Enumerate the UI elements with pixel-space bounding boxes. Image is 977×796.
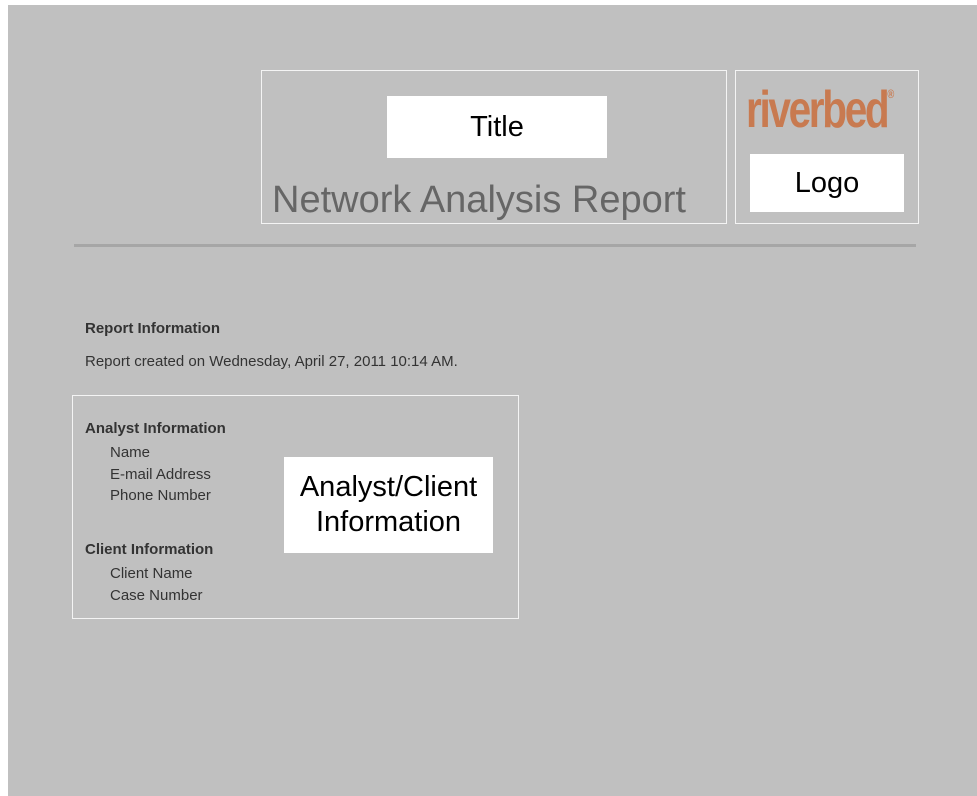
header-divider xyxy=(74,244,916,247)
analyst-email-field: E-mail Address xyxy=(110,466,211,483)
client-name-field: Client Name xyxy=(110,565,193,582)
analyst-phone-field: Phone Number xyxy=(110,487,211,504)
registered-mark: ® xyxy=(887,87,895,101)
placeholder-line-2: Information xyxy=(315,506,462,538)
case-number-field: Case Number xyxy=(110,587,203,604)
title-placeholder: Title xyxy=(387,96,607,158)
logo-placeholder: Logo xyxy=(750,154,904,212)
analyst-info-heading: Analyst Information xyxy=(85,420,226,437)
brand-logo: riverbed® xyxy=(746,84,894,136)
client-info-heading: Client Information xyxy=(85,541,214,558)
placeholder-line-1: Analyst/Client xyxy=(299,471,478,503)
brand-logo-text: riverbed xyxy=(746,81,890,139)
analyst-name-field: Name xyxy=(110,444,151,461)
analyst-client-placeholder: Analyst/Client Information xyxy=(284,457,493,553)
report-info-heading: Report Information xyxy=(85,320,220,337)
report-created-text: Report created on Wednesday, April 27, 2… xyxy=(85,353,458,370)
report-title: Network Analysis Report xyxy=(272,179,686,221)
